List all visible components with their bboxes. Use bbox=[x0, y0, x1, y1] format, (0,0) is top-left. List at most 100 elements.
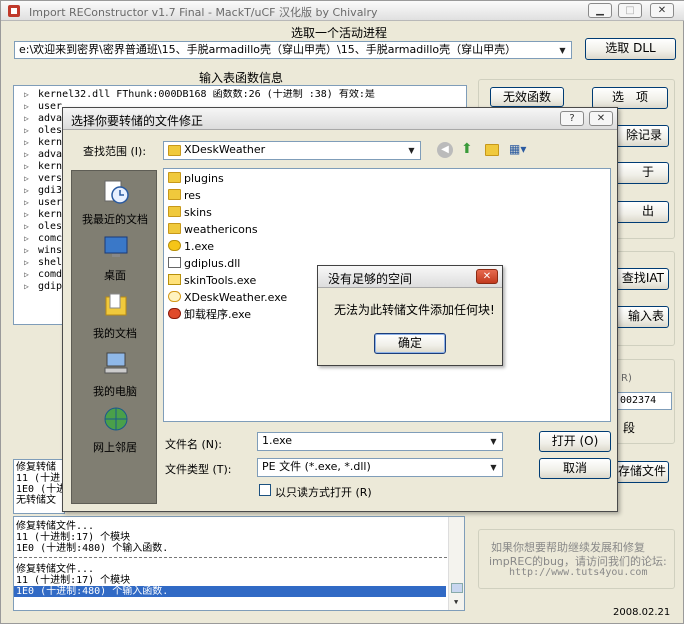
log-line: 1E0 (十进 bbox=[16, 484, 67, 495]
cancel-button[interactable]: 取消 bbox=[539, 458, 611, 479]
ok-button[interactable]: 确定 bbox=[374, 333, 446, 354]
file-item[interactable]: skins bbox=[168, 205, 212, 221]
title-bar: Import REConstructor v1.7 Final - MackT/… bbox=[1, 1, 684, 21]
messagebox-title-bar: 没有足够的空间 ✕ bbox=[318, 266, 502, 288]
filetype-value: PE 文件 (*.exe, *.dll) bbox=[262, 460, 371, 473]
app-icon bbox=[8, 5, 20, 17]
chevron-down-icon[interactable]: ▼ bbox=[486, 460, 501, 475]
chevron-down-icon[interactable]: ▼ bbox=[404, 143, 419, 158]
new-folder-icon[interactable] bbox=[485, 144, 499, 156]
log-line: 修复转储文件... bbox=[16, 564, 95, 575]
lookin-select[interactable]: XDeskWeather ▼ bbox=[163, 141, 421, 160]
file-item[interactable]: plugins bbox=[168, 171, 224, 187]
log-line: 11 (十进制:17) 个模块 bbox=[16, 575, 131, 586]
folder-icon bbox=[168, 206, 181, 217]
open-button[interactable]: 打开 (O) bbox=[539, 431, 611, 452]
options-button[interactable]: 选 项 bbox=[592, 87, 668, 109]
dll-icon bbox=[168, 257, 181, 268]
filename-field[interactable]: 1.exe ▼ bbox=[257, 432, 503, 451]
window-title: Import REConstructor v1.7 Final - MackT/… bbox=[29, 6, 378, 19]
dialog-close-button[interactable]: ✕ bbox=[589, 111, 613, 126]
folder-icon bbox=[168, 145, 181, 156]
place-recent[interactable]: 我最近的文档 bbox=[72, 175, 158, 231]
filetype-label: 文件类型 (T): bbox=[165, 463, 232, 476]
scroll-down-icon[interactable]: ▼ bbox=[452, 597, 458, 608]
file-item[interactable]: XDeskWeather.exe bbox=[168, 290, 287, 306]
place-my-computer[interactable]: 我的电脑 bbox=[72, 347, 158, 403]
weather-exe-icon bbox=[168, 291, 181, 302]
help-icon[interactable]: ? bbox=[560, 111, 584, 126]
chevron-down-icon[interactable]: ▼ bbox=[486, 434, 501, 449]
places-bar: 我最近的文档 桌面 我的文档 我的电脑 网上邻居 bbox=[71, 170, 157, 504]
log-line: 11 (十进制:17) 个模块 bbox=[16, 532, 131, 543]
view-menu-icon[interactable]: ▦▾ bbox=[509, 142, 531, 158]
about-button[interactable]: 于 bbox=[613, 162, 669, 184]
maximize-button[interactable]: □ bbox=[618, 3, 642, 18]
file-item[interactable]: gdiplus.dll bbox=[168, 256, 240, 272]
folder-icon bbox=[168, 189, 181, 200]
scroll-thumb[interactable] bbox=[451, 583, 463, 593]
filename-label: 文件名 (N): bbox=[165, 438, 223, 451]
build-date: 2008.02.21 bbox=[613, 607, 671, 618]
folder-icon bbox=[168, 223, 181, 234]
fix-dump-button[interactable]: 存储文件 bbox=[613, 461, 669, 483]
place-desktop[interactable]: 桌面 bbox=[72, 231, 158, 287]
messagebox-close-button[interactable]: ✕ bbox=[476, 269, 498, 284]
messagebox-text: 无法为此转储文件添加任何块! bbox=[334, 303, 495, 317]
filetype-select[interactable]: PE 文件 (*.exe, *.dll) ▼ bbox=[257, 458, 503, 477]
error-message-box: 没有足够的空间 ✕ 无法为此转储文件添加任何块! 确定 bbox=[317, 265, 503, 366]
file-item[interactable]: weathericons bbox=[168, 222, 258, 238]
readonly-checkbox[interactable] bbox=[259, 484, 271, 496]
readonly-label: 以只读方式打开 (R) bbox=[275, 486, 372, 499]
exit-button[interactable]: 出 bbox=[613, 201, 669, 223]
close-button[interactable]: ✕ bbox=[650, 3, 674, 18]
section-label: 段 bbox=[623, 421, 636, 435]
log-scrollbar[interactable]: ▼ bbox=[448, 517, 464, 610]
desktop-icon bbox=[104, 236, 128, 257]
filename-value: 1.exe bbox=[262, 434, 293, 447]
log-line-selected[interactable]: 1E0 (十进制:480) 个输入函数. bbox=[14, 586, 446, 597]
oep-label: R) bbox=[621, 373, 632, 384]
find-iat-button[interactable]: 查找IAT bbox=[613, 268, 669, 290]
log-line: 修复转储 bbox=[16, 462, 56, 473]
process-label: 选取一个活动进程 bbox=[291, 26, 388, 40]
process-select[interactable]: e:\欢迎来到密界\密界普通班\15、手脱armadillo壳（穿山甲壳）\15… bbox=[14, 41, 572, 59]
dialog-title-bar: 选择你要转储的文件修正 ? ✕ bbox=[63, 108, 617, 130]
minimize-button[interactable]: ▁ bbox=[588, 3, 612, 18]
my-documents-icon bbox=[105, 293, 127, 316]
select-dll-button[interactable]: 选取 DLL bbox=[585, 38, 676, 60]
file-item[interactable]: 1.exe bbox=[168, 239, 214, 255]
file-item[interactable]: 卸载程序.exe bbox=[168, 307, 251, 323]
exe-icon bbox=[168, 240, 181, 251]
log-line: 11 (十进 bbox=[16, 473, 61, 484]
log-box[interactable]: 修复转储文件... 11 (十进制:17) 个模块 1E0 (十进制:480) … bbox=[13, 516, 465, 611]
folder-icon bbox=[168, 172, 181, 183]
rva-field[interactable]: 002374 bbox=[617, 392, 672, 410]
place-my-documents[interactable]: 我的文档 bbox=[72, 289, 158, 345]
log-line: 无转储文 bbox=[16, 495, 56, 506]
messagebox-title: 没有足够的空间 bbox=[328, 272, 413, 286]
dialog-title: 选择你要转储的文件修正 bbox=[71, 114, 204, 128]
invalid-functions-button[interactable]: 无效函数 bbox=[490, 87, 564, 107]
process-value: e:\欢迎来到密界\密界普通班\15、手脱armadillo壳（穿山甲壳）\15… bbox=[19, 43, 517, 56]
network-globe-icon bbox=[104, 407, 128, 431]
log-line: 1E0 (十进制:480) 个输入函数. bbox=[16, 543, 169, 554]
log-box-top: 修复转储 11 (十进 1E0 (十进 无转储文 bbox=[13, 459, 67, 514]
get-imports-button[interactable]: 输入表 bbox=[613, 306, 669, 328]
clear-log-button[interactable]: 除记录 bbox=[613, 125, 669, 147]
log-line: 修复转储文件... bbox=[16, 521, 95, 532]
log-separator bbox=[14, 554, 462, 558]
star-exe-icon bbox=[168, 274, 181, 285]
chevron-down-icon[interactable]: ▼ bbox=[555, 43, 570, 58]
uninstall-icon bbox=[168, 308, 181, 319]
tree-item[interactable]: ▷ kernel32.dll FThunk:000DB168 函数数:26 (十进… bbox=[24, 89, 466, 101]
back-icon[interactable]: ◀ bbox=[437, 142, 453, 158]
place-network[interactable]: 网上邻居 bbox=[72, 403, 158, 459]
file-item[interactable]: skinTools.exe bbox=[168, 273, 256, 289]
lookin-label: 查找范围 (I): bbox=[83, 145, 147, 158]
up-folder-icon[interactable]: ⬆ bbox=[461, 141, 473, 157]
file-item[interactable]: res bbox=[168, 188, 201, 204]
imports-label: 输入表函数信息 bbox=[199, 71, 284, 85]
lookin-value: XDeskWeather bbox=[184, 143, 266, 156]
footer-url[interactable]: http://www.tuts4you.com bbox=[509, 567, 647, 578]
